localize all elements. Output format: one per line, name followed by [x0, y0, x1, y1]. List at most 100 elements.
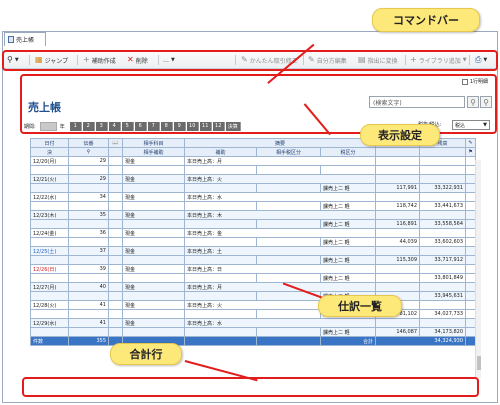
tab-sales-ledger[interactable]: 売上帳 — [4, 32, 46, 46]
row-amount: 115,309 — [375, 255, 421, 265]
col-settle[interactable]: 決 — [30, 147, 69, 157]
col-slip-no[interactable]: 伝番 — [68, 138, 109, 148]
row-balance: 33,717,912 — [419, 255, 467, 265]
total-value: 34,324,930 — [375, 336, 467, 346]
table-row[interactable]: 12/22(水) 34 現金 本日売上高：水 — [30, 192, 477, 202]
table-row-detail[interactable] — [30, 165, 477, 175]
row-date: 12/29(水) — [30, 318, 69, 328]
total-row-callout: 合計行 — [110, 343, 182, 365]
table-row[interactable]: 12/28(火) 41 現金 本日売上高：火 — [30, 300, 477, 310]
display-settings-callout: 表示設定 — [360, 124, 440, 146]
col-counter-account[interactable]: 相手科目 — [122, 138, 185, 148]
book-icon[interactable]: 📖 — [108, 138, 123, 148]
table-row[interactable]: 12/23(木) 35 現金 本日売上高：木 — [30, 210, 477, 220]
table-row-detail[interactable]: 課売上二 軽 115,309 33,717,912 — [30, 255, 477, 265]
table-row[interactable]: 12/20(月) 29 現金 本日売上高：月 — [30, 156, 477, 166]
col-tax[interactable]: 税区分 — [319, 147, 377, 157]
col-blank — [419, 147, 467, 157]
table-row-detail[interactable]: 課売上二 軽 116,891 33,558,564 — [30, 219, 477, 229]
total-label: 合計 — [319, 336, 377, 346]
table-row[interactable]: 12/24(金) 36 現金 本日売上高：金 — [30, 228, 477, 238]
row-counter-account: 現金 — [122, 228, 185, 238]
row-description: 本日売上高：金 — [183, 228, 377, 238]
row-amount: 116,891 — [375, 219, 421, 229]
row-counter-account: 現金 — [122, 282, 185, 292]
table-row[interactable]: 12/26(日) 39 現金 本日売上高：日 — [30, 264, 477, 274]
table-row[interactable]: 12/21(火) 29 現金 本日売上高：火 — [30, 174, 477, 184]
row-tax-class: 課売上二 軽 — [319, 183, 377, 193]
command-bar-callout: コマンドバー — [372, 8, 480, 32]
row-date: 12/26(日) — [30, 264, 69, 274]
count-label: 件数 — [30, 336, 69, 346]
table-row-detail[interactable]: 課売上二 軽 44,039 33,602,603 — [30, 237, 477, 247]
row-amount: 146,087 — [375, 327, 421, 337]
row-date: 12/22(水) — [30, 192, 69, 202]
row-slip-no: 40 — [68, 282, 109, 292]
col-description[interactable]: 摘要 — [183, 138, 377, 148]
col-blank — [375, 147, 421, 157]
row-slip-no: 34 — [68, 192, 109, 202]
row-counter-account: 現金 — [122, 156, 185, 166]
journal-list-callout: 仕訳一覧 — [318, 295, 402, 317]
row-amount: 117,991 — [375, 183, 421, 193]
table-row-detail[interactable]: 課売上二 軽 117,991 33,322,931 — [30, 183, 477, 193]
row-tax-class: 課売上二 軽 — [319, 219, 377, 229]
row-description: 本日売上高：月 — [183, 156, 377, 166]
tab-bar: 売上帳 — [4, 32, 134, 46]
row-date: 12/20(月) — [30, 156, 69, 166]
row-balance: 34,173,820 — [419, 327, 467, 337]
row-amount — [375, 165, 421, 175]
row-amount: 44,039 — [375, 237, 421, 247]
command-bar-highlight — [2, 50, 498, 71]
row-description: 本日売上高：水 — [183, 318, 377, 328]
row-tax-class: 課売上二 軽 — [319, 255, 377, 265]
row-counter-account: 現金 — [122, 210, 185, 220]
row-slip-no: 29 — [68, 174, 109, 184]
col-counter-tax[interactable]: 相手税区分 — [256, 147, 321, 157]
row-slip-no: 37 — [68, 246, 109, 256]
col-date[interactable]: 日付 — [30, 138, 69, 148]
edit-icon[interactable]: ✎ — [465, 138, 477, 148]
table-row-detail[interactable]: 課売上二 軽33,945,631 — [30, 291, 477, 301]
row-tax-class: 課売上二 軽 — [319, 327, 377, 337]
col-blank — [108, 147, 123, 157]
row-date: 12/24(金) — [30, 228, 69, 238]
row-date: 12/25(土) — [30, 246, 69, 256]
row-description: 本日売上高：水 — [183, 192, 377, 202]
row-balance: 33,322,931 — [419, 183, 467, 193]
tab-label: 売上帳 — [16, 37, 35, 44]
total-row: 件数 355 合計 34,324,930 — [30, 336, 477, 346]
table-row-detail[interactable]: 課売上二 軽 33,801,849 — [30, 273, 477, 283]
scroll-thumb[interactable] — [477, 356, 481, 370]
table-row[interactable]: 12/25(土) 37 現金 本日売上高：土 — [30, 246, 477, 256]
col-counter-sub[interactable]: 相手補助 — [122, 147, 185, 157]
vertical-scrollbar[interactable] — [475, 160, 481, 378]
row-date: 12/27(月) — [30, 282, 69, 292]
row-balance: 33,558,564 — [419, 219, 467, 229]
row-counter-account: 現金 — [122, 300, 185, 310]
table-row[interactable]: 12/27(月) 40 現金 本日売上高：月 — [30, 282, 477, 292]
ledger-icon — [8, 36, 14, 43]
table-row[interactable]: 12/29(水) 41 現金 本日売上高：水 — [30, 318, 477, 328]
row-balance — [419, 165, 467, 175]
col-sub[interactable]: 補助 — [184, 147, 257, 157]
header-row: 決 ⚲ 相手補助 補助 相手税区分 税区分 ⚑ — [30, 147, 477, 157]
row-slip-no: 39 — [68, 264, 109, 274]
row-description: 本日売上高：月 — [183, 282, 377, 292]
journal-list: 日付 伝番 📖 相手科目 摘要 金額 残高 ✎ 決 ⚲ 相手補助 補助 相手税区… — [30, 138, 477, 378]
tag-icon[interactable]: ⚑ — [465, 147, 477, 157]
table-row-detail[interactable]: 課売上二 軽81,10234,027,733 — [30, 309, 477, 319]
row-date: 12/23(木) — [30, 210, 69, 220]
row-counter-account: 現金 — [122, 318, 185, 328]
count-value: 355 — [68, 336, 109, 346]
row-tax-class: 課売上二 軽 — [319, 201, 377, 211]
search-icon[interactable]: ⚲ — [68, 147, 109, 157]
ledger-table: 日付 伝番 📖 相手科目 摘要 金額 残高 ✎ 決 ⚲ 相手補助 補助 相手税区… — [30, 138, 477, 346]
row-description: 本日売上高：火 — [183, 174, 377, 184]
table-row-detail[interactable]: 課売上二 軽 118,742 33,441,673 — [30, 201, 477, 211]
row-counter-account: 現金 — [122, 192, 185, 202]
row-tax-class: 課売上二 軽 — [319, 237, 377, 247]
row-tax-class — [319, 165, 377, 175]
table-row-detail[interactable]: 課売上二 軽 146,087 34,173,820 — [30, 327, 477, 337]
row-date: 12/28(火) — [30, 300, 69, 310]
